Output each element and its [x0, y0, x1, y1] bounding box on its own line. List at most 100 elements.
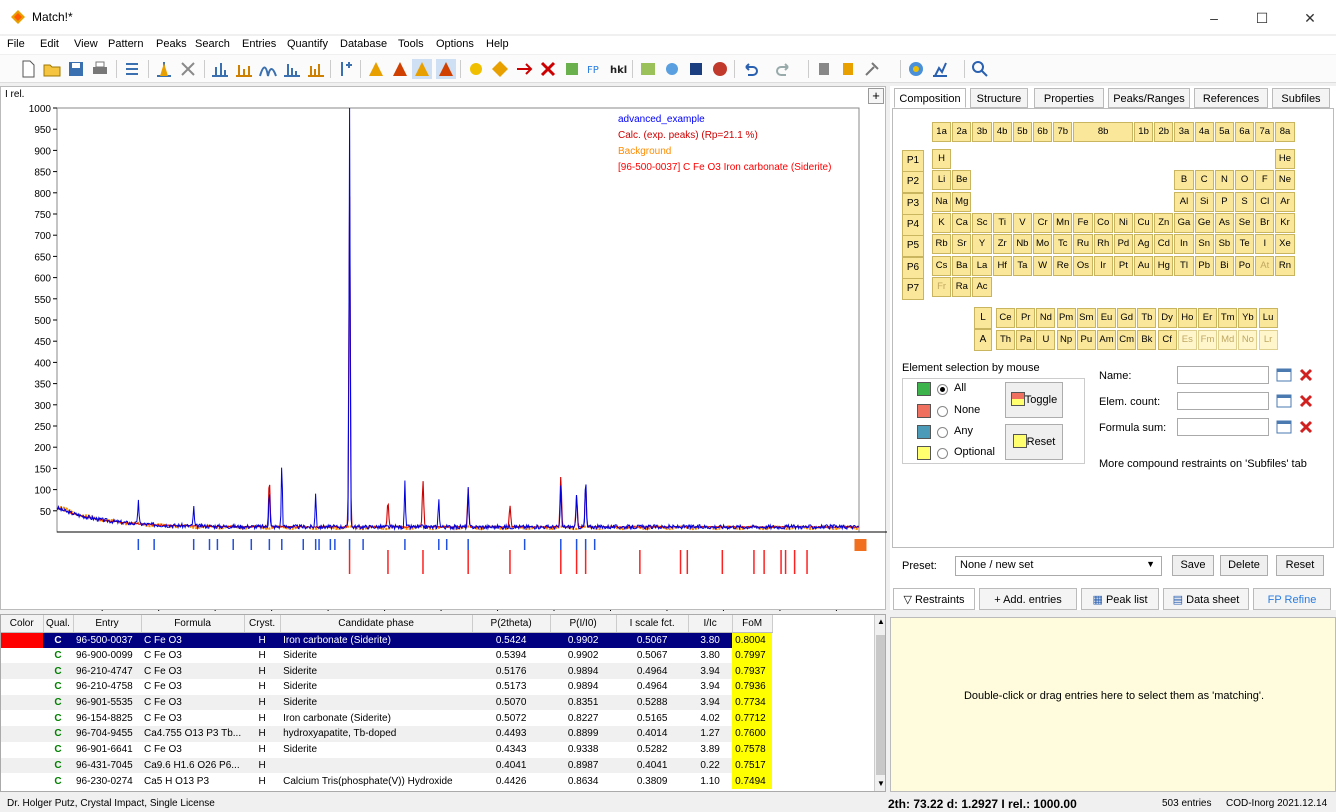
none-radio[interactable]: [937, 406, 948, 417]
element-Pm[interactable]: Pm: [1056, 308, 1076, 328]
group-2b[interactable]: 2b: [1154, 122, 1174, 142]
quantify-icon[interactable]: [466, 59, 486, 79]
element-In[interactable]: In: [1174, 234, 1194, 255]
element-Cu[interactable]: Cu: [1134, 212, 1154, 233]
element-Hf[interactable]: Hf: [992, 255, 1012, 276]
any-radio[interactable]: [937, 427, 948, 438]
list-icon[interactable]: [122, 59, 142, 79]
database-icon[interactable]: [814, 59, 834, 79]
count-picker-icon[interactable]: [1275, 392, 1293, 410]
preset-select[interactable]: None / new set ▼: [955, 556, 1162, 576]
group-7a[interactable]: 7a: [1255, 122, 1275, 142]
name-picker-icon[interactable]: [1275, 366, 1293, 384]
element-Sn[interactable]: Sn: [1194, 234, 1214, 255]
element-Y[interactable]: Y: [972, 234, 992, 255]
element-Au[interactable]: Au: [1134, 255, 1154, 276]
menu-options[interactable]: Options: [436, 38, 474, 50]
element-Dy[interactable]: Dy: [1157, 308, 1177, 328]
element-Nd[interactable]: Nd: [1036, 308, 1056, 328]
group-2a[interactable]: 2a: [952, 122, 972, 142]
bar-chart-icon[interactable]: [306, 59, 326, 79]
col-header-fom[interactable]: FoM: [732, 615, 773, 633]
menu-edit[interactable]: Edit: [40, 38, 59, 50]
element-V[interactable]: V: [1012, 212, 1032, 233]
fp-icon[interactable]: FP: [586, 59, 606, 79]
element-Ru[interactable]: Ru: [1073, 234, 1093, 255]
element-Te[interactable]: Te: [1235, 234, 1255, 255]
tab-references[interactable]: References: [1194, 88, 1268, 108]
table-row[interactable]: C 96-154-8825 C Fe O3 H Iron carbonate (Side…: [1, 710, 773, 727]
toggle-button[interactable]: Toggle: [1005, 382, 1063, 418]
element-La[interactable]: La: [972, 255, 992, 276]
table-row[interactable]: C 96-210-4747 C Fe O3 H Siderite 0.5176 0.9894…: [1, 663, 773, 680]
tab-data-sheet[interactable]: ▤ Data sheet: [1163, 588, 1249, 610]
element-Gd[interactable]: Gd: [1117, 308, 1137, 328]
tab-peak-list[interactable]: ▦ Peak list: [1081, 588, 1159, 610]
element-Zr[interactable]: Zr: [992, 234, 1012, 255]
element-Cl[interactable]: Cl: [1255, 191, 1275, 212]
element-Mg[interactable]: Mg: [952, 191, 972, 212]
element-Cm[interactable]: Cm: [1117, 330, 1137, 350]
color-scheme-icon[interactable]: [906, 59, 926, 79]
element-Md[interactable]: Md: [1218, 330, 1238, 350]
optional-radio[interactable]: [937, 448, 948, 459]
element-Ge[interactable]: Ge: [1194, 212, 1214, 233]
series-A[interactable]: A: [974, 329, 992, 351]
table-scrollbar[interactable]: ▲ ▼: [874, 615, 885, 791]
col-header-p-i-i0-[interactable]: P(I/I0): [550, 615, 617, 633]
element-B[interactable]: B: [1174, 170, 1194, 191]
peak-search-icon[interactable]: [154, 59, 174, 79]
element-Ta[interactable]: Ta: [1012, 255, 1032, 276]
element-Ca[interactable]: Ca: [952, 212, 972, 233]
period-P6[interactable]: P6: [902, 256, 924, 279]
element-Fe[interactable]: Fe: [1073, 212, 1093, 233]
table-row[interactable]: C 96-900-0099 C Fe O3 H Siderite 0.5394 0.9902…: [1, 647, 773, 664]
element-Br[interactable]: Br: [1255, 212, 1275, 233]
element-Fr[interactable]: Fr: [932, 276, 952, 297]
element-Be[interactable]: Be: [952, 170, 972, 191]
element-Pt[interactable]: Pt: [1113, 255, 1133, 276]
close-button[interactable]: ✕: [1290, 6, 1330, 30]
col-header-entry[interactable]: Entry: [73, 615, 142, 633]
group-6b[interactable]: 6b: [1033, 122, 1053, 142]
element-Cs[interactable]: Cs: [932, 255, 952, 276]
tools-pattern-icon[interactable]: [178, 59, 198, 79]
element-Er[interactable]: Er: [1198, 308, 1217, 328]
elem-count-field[interactable]: [1177, 392, 1269, 410]
table-row[interactable]: C 96-901-5535 C Fe O3 H Siderite 0.5070 0.8351…: [1, 694, 773, 711]
menu-help[interactable]: Help: [486, 38, 509, 50]
settings-tools-icon[interactable]: [862, 59, 882, 79]
element-Bk[interactable]: Bk: [1137, 330, 1157, 350]
tab-restraints[interactable]: ▽ Restraints: [893, 588, 975, 610]
table-row[interactable]: C 96-230-0274 Ca5 H O13 P3 H Calcium Tris(ph…: [1, 773, 773, 789]
period-P3[interactable]: P3: [902, 192, 924, 215]
search-match-icon-2[interactable]: [390, 59, 410, 79]
period-P5[interactable]: P5: [902, 235, 924, 258]
element-W[interactable]: W: [1033, 255, 1053, 276]
exclude-icon[interactable]: [538, 59, 558, 79]
element-P[interactable]: P: [1214, 191, 1234, 212]
element-Xe[interactable]: Xe: [1275, 234, 1295, 255]
element-Np[interactable]: Np: [1056, 330, 1076, 350]
element-Mo[interactable]: Mo: [1033, 234, 1053, 255]
web-icon[interactable]: [710, 59, 730, 79]
element-Kr[interactable]: Kr: [1275, 212, 1295, 233]
formula-sum-field[interactable]: [1177, 418, 1269, 436]
tab-properties[interactable]: Properties: [1034, 88, 1104, 108]
element-Se[interactable]: Se: [1235, 212, 1255, 233]
menu-peaks[interactable]: Peaks: [156, 38, 187, 50]
series-L[interactable]: L: [974, 307, 992, 329]
search-match-icon-3[interactable]: [412, 59, 432, 79]
table-row[interactable]: C 96-901-6641 C Fe O3 H Siderite 0.4343 0.9338…: [1, 741, 773, 758]
col-header-qual-[interactable]: Qual.: [43, 615, 74, 633]
period-P2[interactable]: P2: [902, 171, 924, 194]
element-Cr[interactable]: Cr: [1033, 212, 1053, 233]
period-P7[interactable]: P7: [902, 277, 924, 300]
element-Pd[interactable]: Pd: [1113, 234, 1133, 255]
tab-peaks-ranges[interactable]: Peaks/Ranges: [1108, 88, 1190, 108]
peaks-icon-2[interactable]: [234, 59, 254, 79]
table-row[interactable]: C 96-431-7045 Ca9.6 H1.6 O26 P6... H 0.4041 0…: [1, 757, 773, 774]
col-header-color[interactable]: Color: [1, 615, 44, 633]
element-O[interactable]: O: [1235, 170, 1255, 191]
search-match-icon-1[interactable]: [366, 59, 386, 79]
